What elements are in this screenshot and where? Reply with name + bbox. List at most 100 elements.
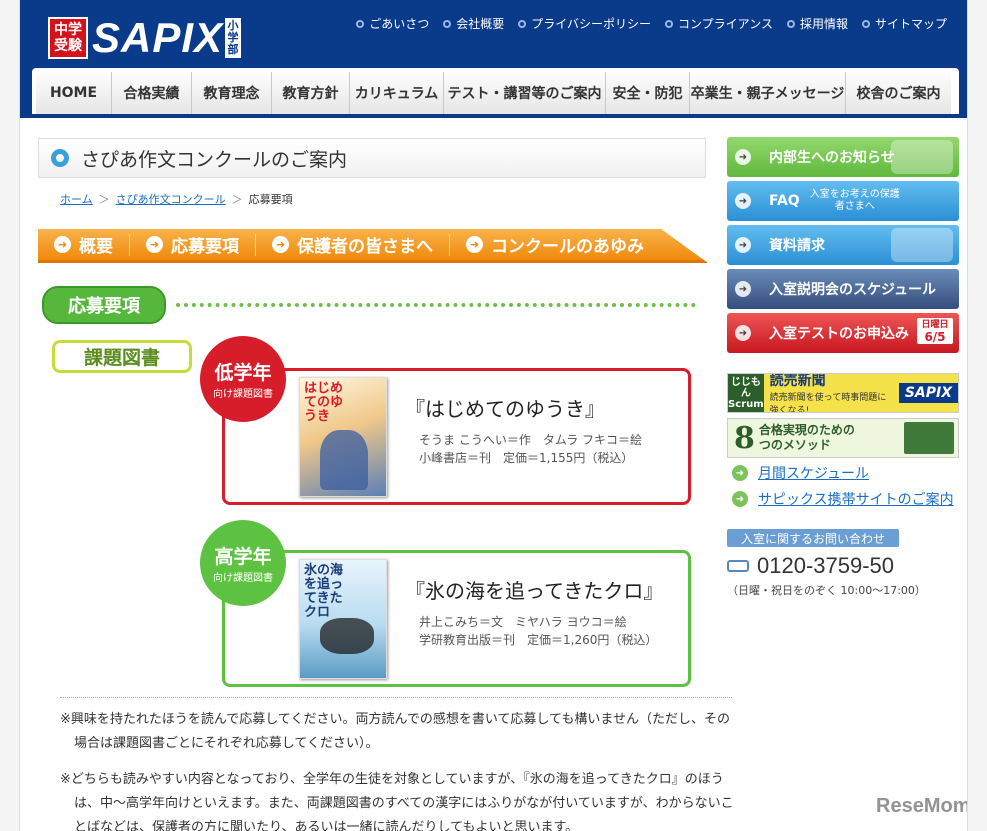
- phone-number[interactable]: 0120-3759-50: [727, 553, 894, 579]
- breadcrumb-home[interactable]: ホーム: [60, 191, 93, 207]
- book-cover-lower[interactable]: はじめてのゆうき: [299, 377, 387, 497]
- arrow-right-icon: ➜: [735, 193, 751, 209]
- sidebar-button-test-application[interactable]: ➜ 入室テストのお申込み 日曜日 6/5: [727, 313, 959, 353]
- assigned-books-label: 課題図書: [52, 340, 192, 373]
- site-logo[interactable]: 中学 受験 SAPIX 小学部: [48, 14, 242, 62]
- freedial-icon: [727, 560, 749, 572]
- nav-tab-philosophy[interactable]: 教育理念: [192, 72, 272, 114]
- nav-tab-tests[interactable]: テスト・講習等のご案内: [444, 72, 606, 114]
- banner-methods-text: 合格実現のための つのメソッド: [758, 423, 855, 452]
- arrow-right-icon: ➜: [735, 281, 751, 297]
- global-nav: HOME 合格実績 教育理念 教育方針 カリキュラム テスト・講習等のご案内 安…: [32, 68, 959, 114]
- logo-badge: 中学 受験: [48, 17, 88, 59]
- scrum-logo: じじもんScrum: [728, 374, 764, 412]
- sidebar-button-brochure[interactable]: ➜ 資料請求: [727, 225, 959, 265]
- logo-badge-top: 中学: [54, 22, 82, 38]
- note-paragraph: ※どちらも読みやすい内容となっており、全学年の生徒を対象としていますが、『氷の海…: [60, 772, 734, 831]
- document-illustration: [891, 228, 953, 262]
- nav-tab-results[interactable]: 合格実績: [112, 72, 192, 114]
- sub-nav-overview[interactable]: ➜ 概要: [38, 233, 130, 257]
- book-title-lower: 『はじめてのゆうき』: [405, 397, 605, 421]
- banner-methods[interactable]: 8 合格実現のための つのメソッド: [727, 418, 959, 458]
- sidebar-link-mobile[interactable]: ➜ サピックス携帯サイトのご案内: [732, 489, 954, 509]
- sub-nav: ➜ 概要 ➜ 応募要項 ➜ 保護者の皆さまへ ➜ コンクールのあゆみ: [38, 229, 708, 263]
- sidebar-button-schedule[interactable]: ➜ 入室説明会のスケジュール: [727, 269, 959, 309]
- banner-scrum[interactable]: じじもんScrum 読売新聞 読売新聞を使って時事問題に強くなる! SAPIX: [727, 373, 959, 413]
- book-publisher: 学研教育出版＝刊 定価＝1,260円（税込）: [419, 633, 658, 647]
- section-heading: 応募要項: [42, 286, 696, 324]
- utility-link-company[interactable]: 会社概要: [443, 15, 504, 32]
- date-tag: 日曜日 6/5: [917, 318, 953, 344]
- sidebar-button-faq[interactable]: ➜ FAQ 入室をお考えの保護者さまへ: [727, 181, 959, 221]
- logo-word: SAPIX: [92, 14, 224, 61]
- breadcrumb: ホーム ＞ さぴあ作文コンクール ＞ 応募要項: [60, 191, 293, 207]
- sub-nav-history[interactable]: ➜ コンクールのあゆみ: [450, 234, 660, 257]
- utility-link-greeting[interactable]: ごあいさつ: [356, 15, 429, 32]
- grade-badge-title: 低学年: [214, 362, 272, 384]
- arrow-right-icon: ➜: [735, 325, 751, 341]
- sub-nav-guidelines[interactable]: ➜ 応募要項: [130, 233, 256, 257]
- arrow-right-icon: ➜: [54, 236, 71, 253]
- nav-tab-messages[interactable]: 卒業生・親子メッセージ: [690, 72, 846, 114]
- nav-tab-home[interactable]: HOME: [36, 72, 112, 114]
- cover-illustration: [320, 618, 374, 654]
- note-paragraph: ※興味を持たれたほうを読んで応募してください。両方読んでの感想を書いて応募しても…: [60, 712, 730, 751]
- book-title-upper: 『氷の海を追ってきたクロ』: [405, 579, 664, 603]
- phone-number-text: 0120-3759-50: [757, 553, 895, 578]
- divider: [60, 697, 732, 698]
- grade-badge-title: 高学年: [214, 546, 272, 568]
- sub-nav-parents[interactable]: ➜ 保護者の皆さまへ: [256, 233, 450, 257]
- bullet-icon: [861, 19, 870, 28]
- book-author: 井上こみち＝文 ミヤハラ ヨウコ＝絵: [419, 615, 627, 629]
- arrow-right-icon: ➜: [735, 237, 751, 253]
- book-cover-title: 氷の海を追ってきたクロ: [304, 563, 344, 620]
- utility-link-sitemap[interactable]: サイトマップ: [861, 15, 947, 32]
- sidebar-link-label[interactable]: サピックス携帯サイトのご案内: [758, 489, 954, 509]
- banner-methods-number: 8: [734, 420, 755, 456]
- section-heading-label: 応募要項: [42, 286, 166, 324]
- sidebar-button-label: 入室テストのお申込み: [769, 326, 909, 342]
- nav-tab-curriculum[interactable]: カリキュラム: [350, 72, 444, 114]
- utility-link-privacy[interactable]: プライバシーポリシー: [518, 15, 651, 32]
- nav-tab-safety[interactable]: 安全・防犯: [606, 72, 690, 114]
- nav-tab-schools[interactable]: 校舎のご案内: [846, 72, 951, 114]
- grade-badge-sub: 向け課題図書: [213, 573, 273, 584]
- arrow-right-icon: ➜: [272, 236, 289, 253]
- cover-illustration: [320, 430, 368, 490]
- sidebar-button-label: FAQ: [769, 193, 800, 209]
- chevron-right-icon: ＞: [231, 193, 243, 206]
- arrow-right-icon: ➜: [466, 236, 483, 253]
- grade-badge-upper: 高学年 向け課題図書: [200, 520, 286, 606]
- sidebar-link-monthly[interactable]: ➜ 月間スケジュール: [732, 463, 869, 483]
- watermark: ReseMom: [876, 795, 968, 817]
- grade-badge-lower: 低学年 向け課題図書: [200, 336, 286, 422]
- banner-scrum-title: 読売新聞 読売新聞を使って時事問題に強くなる!: [769, 373, 887, 413]
- nav-tab-policy[interactable]: 教育方針: [272, 72, 350, 114]
- sidebar-link-label[interactable]: 月間スケジュール: [758, 463, 869, 483]
- book-cover-upper[interactable]: 氷の海を追ってきたクロ: [299, 559, 387, 679]
- page-title: さぴあ作文コンクールのご案内: [81, 148, 348, 171]
- phone-hours: （日曜・祝日をのぞく 10:00〜17:00）: [727, 584, 926, 597]
- chevron-right-icon: ＞: [98, 193, 110, 206]
- bullet-icon: [443, 19, 452, 28]
- site-header: 中学 受験 SAPIX 小学部 ごあいさつ 会社概要 プライバシーポリシー コン…: [20, 0, 967, 118]
- arrow-right-icon: ➜: [735, 149, 751, 165]
- book-meta-lower: そうま こうへい＝作 タムラ フキコ＝絵 小峰書店＝刊 定価＝1,155円（税込…: [419, 431, 642, 467]
- sidebar-button-internal-news[interactable]: ➜ 内部生へのお知らせ: [727, 137, 959, 177]
- book-meta-upper: 井上こみち＝文 ミヤハラ ヨウコ＝絵 学研教育出版＝刊 定価＝1,260円（税込…: [419, 613, 657, 649]
- arrow-right-icon: ➜: [732, 491, 748, 507]
- notes: ※興味を持たれたほうを読んで応募してください。両方読んでの感想を書いて応募しても…: [60, 708, 735, 831]
- banner-scrum-brand: SAPIX: [898, 383, 958, 403]
- sidebar-button-label: 資料請求: [769, 238, 825, 254]
- logo-tag: 小学部: [225, 18, 242, 58]
- bullet-icon: [518, 19, 527, 28]
- book-cover-title: はじめてのゆうき: [304, 381, 344, 424]
- book-author: そうま こうへい＝作 タムラ フキコ＝絵: [419, 433, 643, 447]
- sidebar-button-sub: 入室をお考えの保護者さまへ: [809, 189, 900, 212]
- utility-link-compliance[interactable]: コンプライアンス: [665, 15, 773, 32]
- breadcrumb-section[interactable]: さぴあ作文コンクール: [116, 191, 226, 207]
- grade-badge-sub: 向け課題図書: [213, 389, 273, 400]
- utility-link-recruit[interactable]: 採用情報: [786, 15, 848, 32]
- sidebar-button-label: 入室説明会のスケジュール: [769, 282, 937, 298]
- book-card-lower: はじめてのゆうき 『はじめてのゆうき』 そうま こうへい＝作 タムラ フキコ＝絵…: [222, 368, 691, 505]
